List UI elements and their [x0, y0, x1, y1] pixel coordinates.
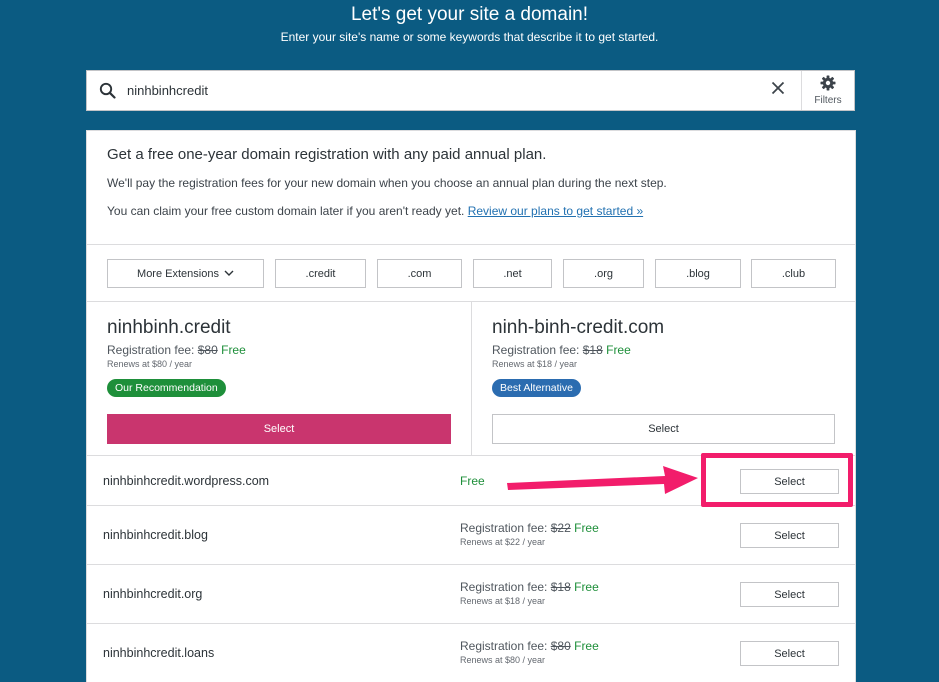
- search-icon: [87, 71, 127, 110]
- recommendation-badge: Our Recommendation: [107, 379, 226, 397]
- domain-results-card: Get a free one-year domain registration …: [86, 130, 856, 682]
- promo-title: Get a free one-year domain registration …: [107, 146, 547, 163]
- registration-fee: Registration fee: $22 Free: [460, 520, 599, 536]
- domain-result-row: ninhbinhcredit.blog Registration fee: $2…: [87, 506, 855, 565]
- domain-price: Registration fee: $18 Free Renews at $18…: [460, 579, 599, 608]
- registration-fee: Registration fee: $18 Free: [492, 342, 835, 358]
- domain-result-row: ninhbinhcredit.loans Registration fee: $…: [87, 624, 855, 682]
- filters-button[interactable]: Filters: [801, 71, 854, 110]
- domain-name: ninhbinhcredit.loans: [103, 646, 215, 660]
- renewal-price: Renews at $18 / year: [492, 359, 578, 369]
- old-price: $18: [582, 343, 603, 357]
- tld-filter-credit[interactable]: .credit: [275, 259, 366, 288]
- filters-label: Filters: [814, 95, 842, 106]
- domain-name: ninhbinh.credit: [107, 317, 231, 338]
- domain-price: Registration fee: $80 Free Renews at $80…: [460, 638, 599, 667]
- renewal-price: Renews at $22 / year: [460, 537, 546, 547]
- page-subtitle: Enter your site's name or some keywords …: [280, 30, 659, 44]
- domain-result-row: ninhbinhcredit.wordpress.com Free Select: [87, 456, 855, 506]
- domain-name: ninh-binh-credit.com: [492, 317, 665, 338]
- domain-name: ninhbinhcredit.org: [103, 587, 203, 601]
- promo-later-label: You can claim your free custom domain la…: [107, 204, 465, 218]
- promo-text: We'll pay the registration fees for your…: [107, 176, 667, 190]
- old-price: $80: [197, 343, 218, 357]
- select-button[interactable]: Select: [740, 469, 839, 494]
- domain-price: Free: [460, 456, 485, 505]
- more-extensions-dropdown[interactable]: More Extensions: [107, 259, 264, 288]
- free-label: Free: [574, 639, 599, 653]
- domain-search-input[interactable]: [127, 75, 755, 106]
- domain-price: Registration fee: $22 Free Renews at $22…: [460, 520, 599, 549]
- select-button[interactable]: Select: [107, 414, 451, 444]
- featured-domain-recommended: ninhbinh.credit Registration fee: $80 Fr…: [87, 302, 471, 455]
- free-label: Free: [574, 580, 599, 594]
- featured-domain-alternative: ninh-binh-credit.com Registration fee: $…: [471, 302, 855, 455]
- review-plans-link[interactable]: Review our plans to get started »: [468, 204, 643, 218]
- more-extensions-label: More Extensions: [137, 267, 219, 280]
- tld-filter-com[interactable]: .com: [377, 259, 462, 288]
- select-button[interactable]: Select: [492, 414, 835, 444]
- select-button[interactable]: Select: [740, 582, 839, 607]
- fee-label: Registration fee:: [492, 343, 580, 357]
- free-label: Free: [606, 343, 631, 357]
- promo-text-later: You can claim your free custom domain la…: [107, 203, 835, 219]
- fee-label: Registration fee:: [460, 639, 548, 653]
- extension-filters: More Extensions .credit .com .net .org .…: [87, 245, 855, 302]
- alternative-badge: Best Alternative: [492, 379, 581, 397]
- fee-label: Registration fee:: [460, 521, 548, 535]
- chevron-down-icon: [224, 270, 234, 277]
- registration-fee: Registration fee: $80 Free: [107, 342, 451, 358]
- tld-filter-org[interactable]: .org: [563, 259, 644, 288]
- domain-search-bar: Filters: [86, 70, 855, 111]
- old-price: $80: [550, 639, 571, 653]
- fee-label: Registration fee:: [460, 580, 548, 594]
- registration-fee: Registration fee: $80 Free: [460, 638, 599, 654]
- tld-filter-net[interactable]: .net: [473, 259, 552, 288]
- free-label: Free: [460, 473, 485, 488]
- close-icon: [771, 81, 785, 100]
- free-label: Free: [221, 343, 246, 357]
- featured-suggestions: ninhbinh.credit Registration fee: $80 Fr…: [87, 302, 855, 456]
- clear-search-button[interactable]: [755, 71, 801, 110]
- old-price: $18: [550, 580, 571, 594]
- select-button[interactable]: Select: [740, 523, 839, 548]
- renewal-price: Renews at $80 / year: [107, 359, 193, 369]
- gear-icon: [820, 75, 836, 94]
- domain-result-row: ninhbinhcredit.org Registration fee: $18…: [87, 565, 855, 624]
- fee-label: Registration fee:: [107, 343, 195, 357]
- tld-filter-blog[interactable]: .blog: [655, 259, 741, 288]
- free-domain-promo: Get a free one-year domain registration …: [87, 131, 855, 245]
- registration-fee: Registration fee: $18 Free: [460, 579, 599, 595]
- select-button[interactable]: Select: [740, 641, 839, 666]
- renewal-price: Renews at $80 / year: [460, 655, 546, 665]
- free-label: Free: [574, 521, 599, 535]
- page-title: Let's get your site a domain!: [350, 4, 589, 25]
- old-price: $22: [550, 521, 571, 535]
- renewal-price: Renews at $18 / year: [460, 596, 546, 606]
- tld-filter-club[interactable]: .club: [751, 259, 836, 288]
- domain-name: ninhbinhcredit.wordpress.com: [103, 473, 270, 488]
- page-header: Let's get your site a domain! Enter your…: [0, 0, 939, 44]
- domain-name: ninhbinhcredit.blog: [103, 528, 208, 542]
